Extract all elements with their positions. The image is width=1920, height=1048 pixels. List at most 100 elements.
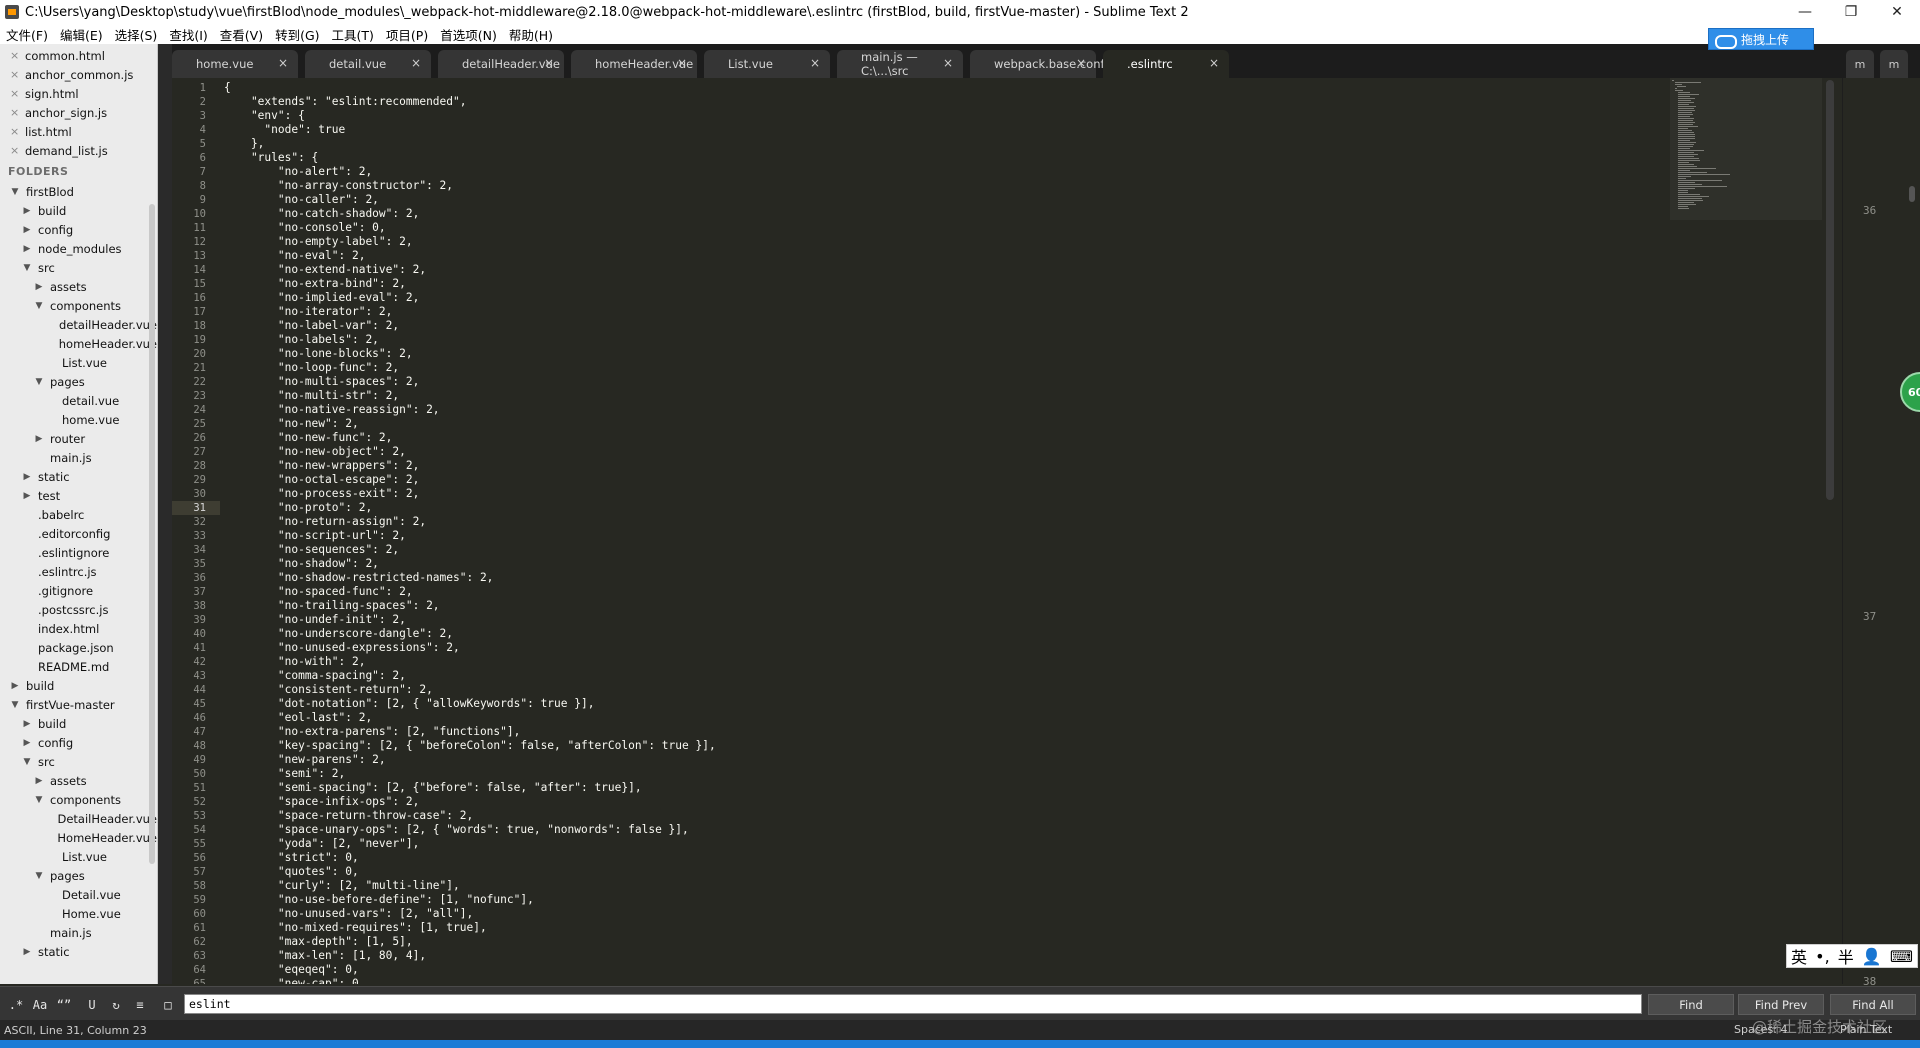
code-line[interactable]: 17 "no-iterator": 2, (172, 305, 1820, 319)
case-sensitive-toggle-icon[interactable]: Aa (30, 995, 50, 1015)
open-file-item[interactable]: × sign.html (0, 84, 157, 103)
collapsed-arrow-icon[interactable]: ▶ (20, 225, 34, 235)
collapsed-arrow-icon[interactable]: ▶ (20, 472, 34, 482)
ime-punctuation-toggle[interactable]: •, (1815, 947, 1830, 966)
collapsed-arrow-icon[interactable]: ▶ (20, 719, 34, 729)
expanded-arrow-icon[interactable]: ▼ (32, 871, 46, 881)
code-line[interactable]: 8 "no-array-constructor": 2, (172, 179, 1820, 193)
code-line[interactable]: 39 "no-undef-init": 2, (172, 613, 1820, 627)
tree-file[interactable]: detailHeader.vue (0, 315, 157, 334)
code-line[interactable]: 9 "no-caller": 2, (172, 193, 1820, 207)
tree-folder[interactable]: ▶ build (0, 676, 157, 695)
right-pane-tab-1[interactable]: m (1846, 50, 1874, 78)
collapsed-arrow-icon[interactable]: ▶ (20, 947, 34, 957)
open-file-item[interactable]: × anchor_sign.js (0, 103, 157, 122)
code-line[interactable]: 10 "no-catch-shadow": 2, (172, 207, 1820, 221)
tree-file[interactable]: Home.vue (0, 904, 157, 923)
close-icon[interactable]: × (10, 49, 25, 62)
reverse-direction-icon[interactable]: U (82, 995, 102, 1015)
tree-file[interactable]: package.json (0, 638, 157, 657)
code-line[interactable]: 5 }, (172, 137, 1820, 151)
tree-folder[interactable]: ▶ assets (0, 771, 157, 790)
tree-folder[interactable]: ▶ node_modules (0, 239, 157, 258)
code-line[interactable]: 60 "no-unused-vars": [2, "all"], (172, 907, 1820, 921)
ime-width-toggle[interactable]: 半 (1838, 944, 1854, 968)
menu-edit[interactable]: 编辑(E) (54, 25, 109, 44)
collapsed-arrow-icon[interactable]: ▶ (32, 434, 46, 444)
menu-file[interactable]: 文件(F) (0, 25, 54, 44)
code-line[interactable]: 54 "space-unary-ops": [2, { "words": tru… (172, 823, 1820, 837)
collapsed-arrow-icon[interactable]: ▶ (32, 776, 46, 786)
collapsed-arrow-icon[interactable]: ▶ (20, 244, 34, 254)
close-tab-icon[interactable]: × (810, 56, 820, 70)
expanded-arrow-icon[interactable]: ▼ (20, 263, 34, 273)
code-line[interactable]: 56 "strict": 0, (172, 851, 1820, 865)
code-line[interactable]: 4 "node": true (172, 123, 1820, 137)
tree-file[interactable]: .gitignore (0, 581, 157, 600)
tree-file[interactable]: Detail.vue (0, 885, 157, 904)
tree-folder[interactable]: ▼ pages (0, 866, 157, 885)
code-line[interactable]: 1{ (172, 81, 1820, 95)
code-line[interactable]: 65 "new-cap": 0, (172, 977, 1820, 984)
file-tab[interactable]: detailHeader.vue × (438, 50, 564, 78)
tree-file[interactable]: homeHeader.vue (0, 334, 157, 353)
expanded-arrow-icon[interactable]: ▼ (32, 795, 46, 805)
close-tab-icon[interactable]: × (411, 56, 421, 70)
close-tab-icon[interactable]: × (677, 56, 687, 70)
tree-file[interactable]: .postcssrc.js (0, 600, 157, 619)
code-line[interactable]: 61 "no-mixed-requires": [1, true], (172, 921, 1820, 935)
tree-folder[interactable]: ▶ build (0, 201, 157, 220)
right-pane-tab-2[interactable]: m (1880, 50, 1908, 78)
restore-button[interactable]: ❐ (1828, 0, 1874, 24)
code-line[interactable]: 43 "comma-spacing": 2, (172, 669, 1820, 683)
code-line[interactable]: 30 "no-process-exit": 2, (172, 487, 1820, 501)
tree-file[interactable]: .editorconfig (0, 524, 157, 543)
collapsed-arrow-icon[interactable]: ▶ (8, 681, 22, 691)
tree-file[interactable]: .babelrc (0, 505, 157, 524)
menu-selection[interactable]: 选择(S) (109, 25, 164, 44)
find-prev-button[interactable]: Find Prev (1738, 994, 1824, 1015)
code-line[interactable]: 51 "semi-spacing": [2, {"before": false,… (172, 781, 1820, 795)
code-line[interactable]: 57 "quotes": 0, (172, 865, 1820, 879)
menu-find[interactable]: 查找(I) (163, 25, 213, 44)
menu-help[interactable]: 帮助(H) (503, 25, 559, 44)
tree-file[interactable]: List.vue (0, 847, 157, 866)
code-line[interactable]: 31 "no-proto": 2, (172, 501, 1820, 515)
close-tab-icon[interactable]: × (278, 56, 288, 70)
menu-project[interactable]: 项目(P) (380, 25, 434, 44)
code-line[interactable]: 22 "no-multi-spaces": 2, (172, 375, 1820, 389)
tree-folder[interactable]: ▼ src (0, 258, 157, 277)
open-file-item[interactable]: × common.html (0, 46, 157, 65)
regex-toggle-icon[interactable]: .* (6, 995, 26, 1015)
code-line[interactable]: 12 "no-empty-label": 2, (172, 235, 1820, 249)
minimize-button[interactable]: — (1782, 0, 1828, 24)
expanded-arrow-icon[interactable]: ▼ (8, 700, 22, 710)
tree-folder[interactable]: ▼ components (0, 296, 157, 315)
whole-word-toggle-icon[interactable]: “” (54, 995, 74, 1015)
tree-folder[interactable]: ▶ assets (0, 277, 157, 296)
close-window-button[interactable]: ✕ (1874, 0, 1920, 24)
tree-folder[interactable]: ▶ test (0, 486, 157, 505)
code-line[interactable]: 34 "no-sequences": 2, (172, 543, 1820, 557)
code-line[interactable]: 20 "no-lone-blocks": 2, (172, 347, 1820, 361)
drag-upload-button[interactable]: 拖拽上传 (1708, 28, 1814, 50)
tree-folder[interactable]: ▶ config (0, 733, 157, 752)
file-tab[interactable]: .eslintrc × (1103, 50, 1229, 78)
collapsed-arrow-icon[interactable]: ▶ (32, 282, 46, 292)
code-line[interactable]: 64 "eqeqeq": 0, (172, 963, 1820, 977)
code-line[interactable]: 23 "no-multi-str": 2, (172, 389, 1820, 403)
menu-view[interactable]: 查看(V) (214, 25, 269, 44)
user-icon[interactable]: 👤 (1862, 947, 1882, 966)
close-tab-icon[interactable]: × (943, 56, 953, 70)
code-line[interactable]: 19 "no-labels": 2, (172, 333, 1820, 347)
code-line[interactable]: 2 "extends": "eslint:recommended", (172, 95, 1820, 109)
code-line[interactable]: 38 "no-trailing-spaces": 2, (172, 599, 1820, 613)
minimap[interactable] (1672, 80, 1822, 230)
collapsed-arrow-icon[interactable]: ▶ (20, 206, 34, 216)
code-line[interactable]: 45 "dot-notation": [2, { "allowKeywords"… (172, 697, 1820, 711)
menu-goto[interactable]: 转到(G) (269, 25, 325, 44)
tree-file[interactable]: main.js (0, 923, 157, 942)
code-line[interactable]: 52 "space-infix-ops": 2, (172, 795, 1820, 809)
code-line[interactable]: 15 "no-extra-bind": 2, (172, 277, 1820, 291)
tree-folder[interactable]: ▼ pages (0, 372, 157, 391)
